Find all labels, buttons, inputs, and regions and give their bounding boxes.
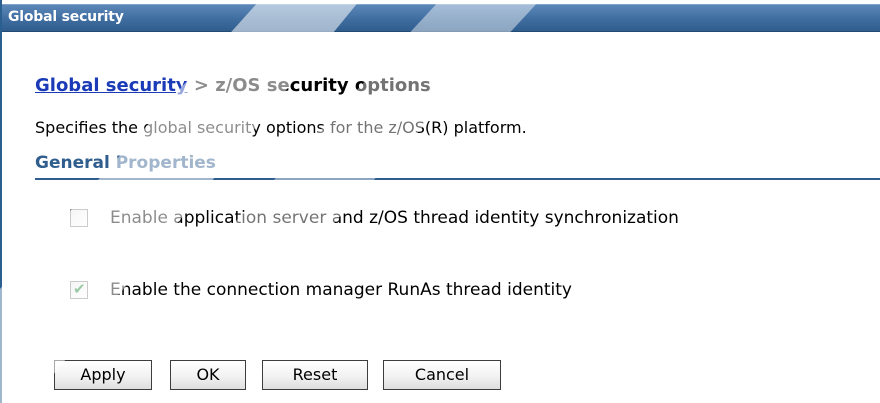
runas-thread-identity-checkbox[interactable]: ✔ [70, 280, 88, 299]
runas-thread-identity-label[interactable]: Enable the connection manager RunAs thre… [110, 280, 572, 300]
portlet-titlebar: Global security [2, 4, 880, 32]
breadcrumb-separator: > [187, 75, 216, 96]
section-header: General Properties [35, 150, 880, 180]
cancel-button[interactable]: Cancel [383, 360, 501, 390]
apply-button[interactable]: Apply [54, 360, 152, 390]
breadcrumb-current: z/OS security options [215, 75, 431, 96]
portlet-title: Global security [8, 9, 124, 25]
thread-identity-sync-checkbox[interactable] [70, 209, 88, 227]
thread-identity-sync-label[interactable]: Enable application server and z/OS threa… [110, 208, 679, 228]
page-description: Specifies the global security options fo… [35, 118, 527, 137]
checkmark-icon: ✔ [73, 280, 86, 298]
section-title: General Properties [35, 153, 216, 173]
breadcrumb-link-global-security[interactable]: Global security [35, 75, 188, 96]
portlet-frame: Global security Global security > z/OS s… [0, 0, 880, 403]
breadcrumb: Global security > z/OS security options [35, 75, 431, 96]
ok-button[interactable]: OK [170, 360, 246, 390]
reset-button[interactable]: Reset [262, 360, 368, 390]
